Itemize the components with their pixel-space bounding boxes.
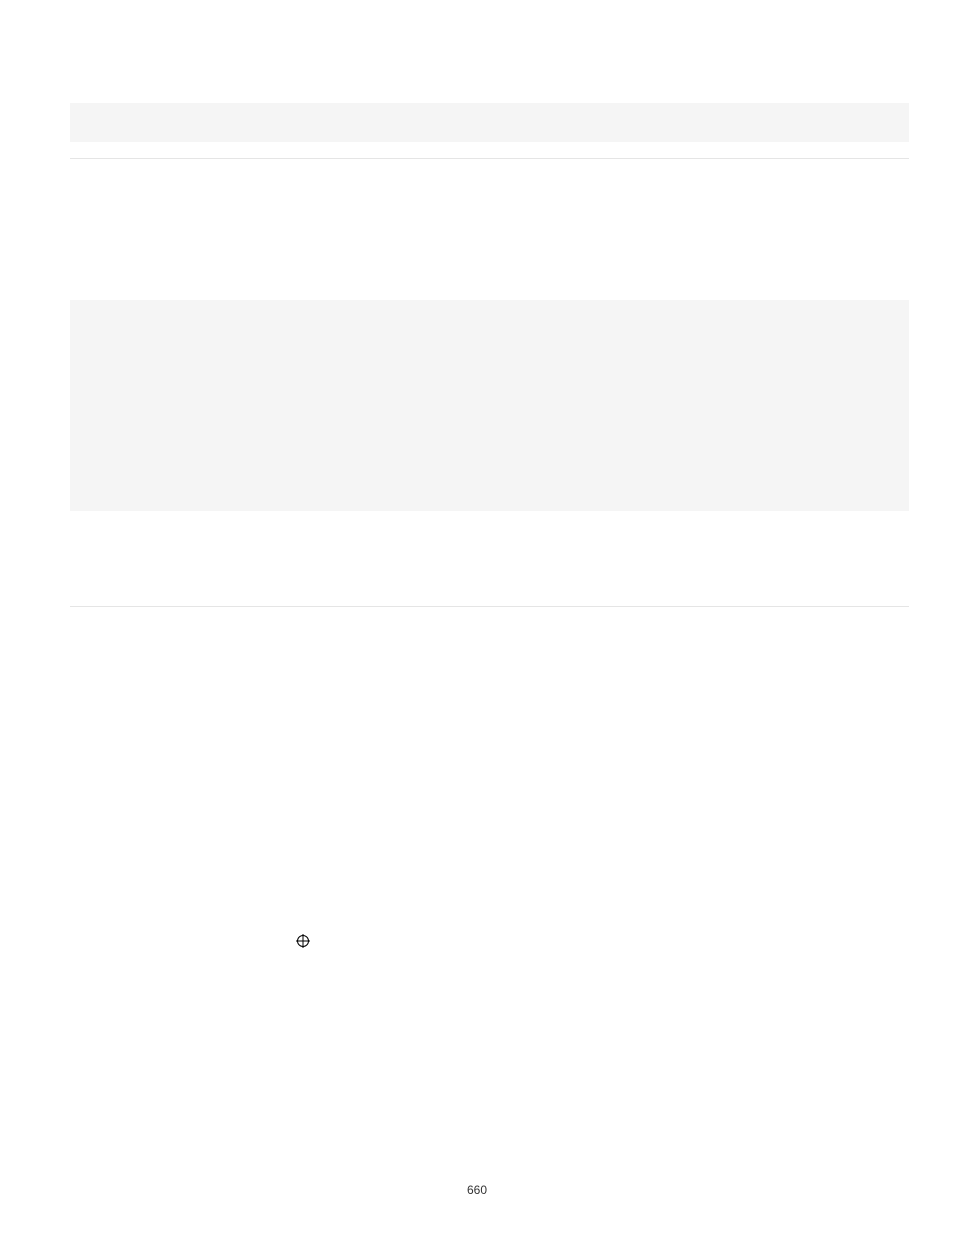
placeholder-block-small — [70, 103, 909, 142]
horizontal-divider — [70, 606, 909, 607]
horizontal-divider — [70, 158, 909, 159]
crosshair-icon — [296, 934, 310, 948]
placeholder-block-large — [70, 300, 909, 511]
page-number: 660 — [0, 1183, 954, 1197]
